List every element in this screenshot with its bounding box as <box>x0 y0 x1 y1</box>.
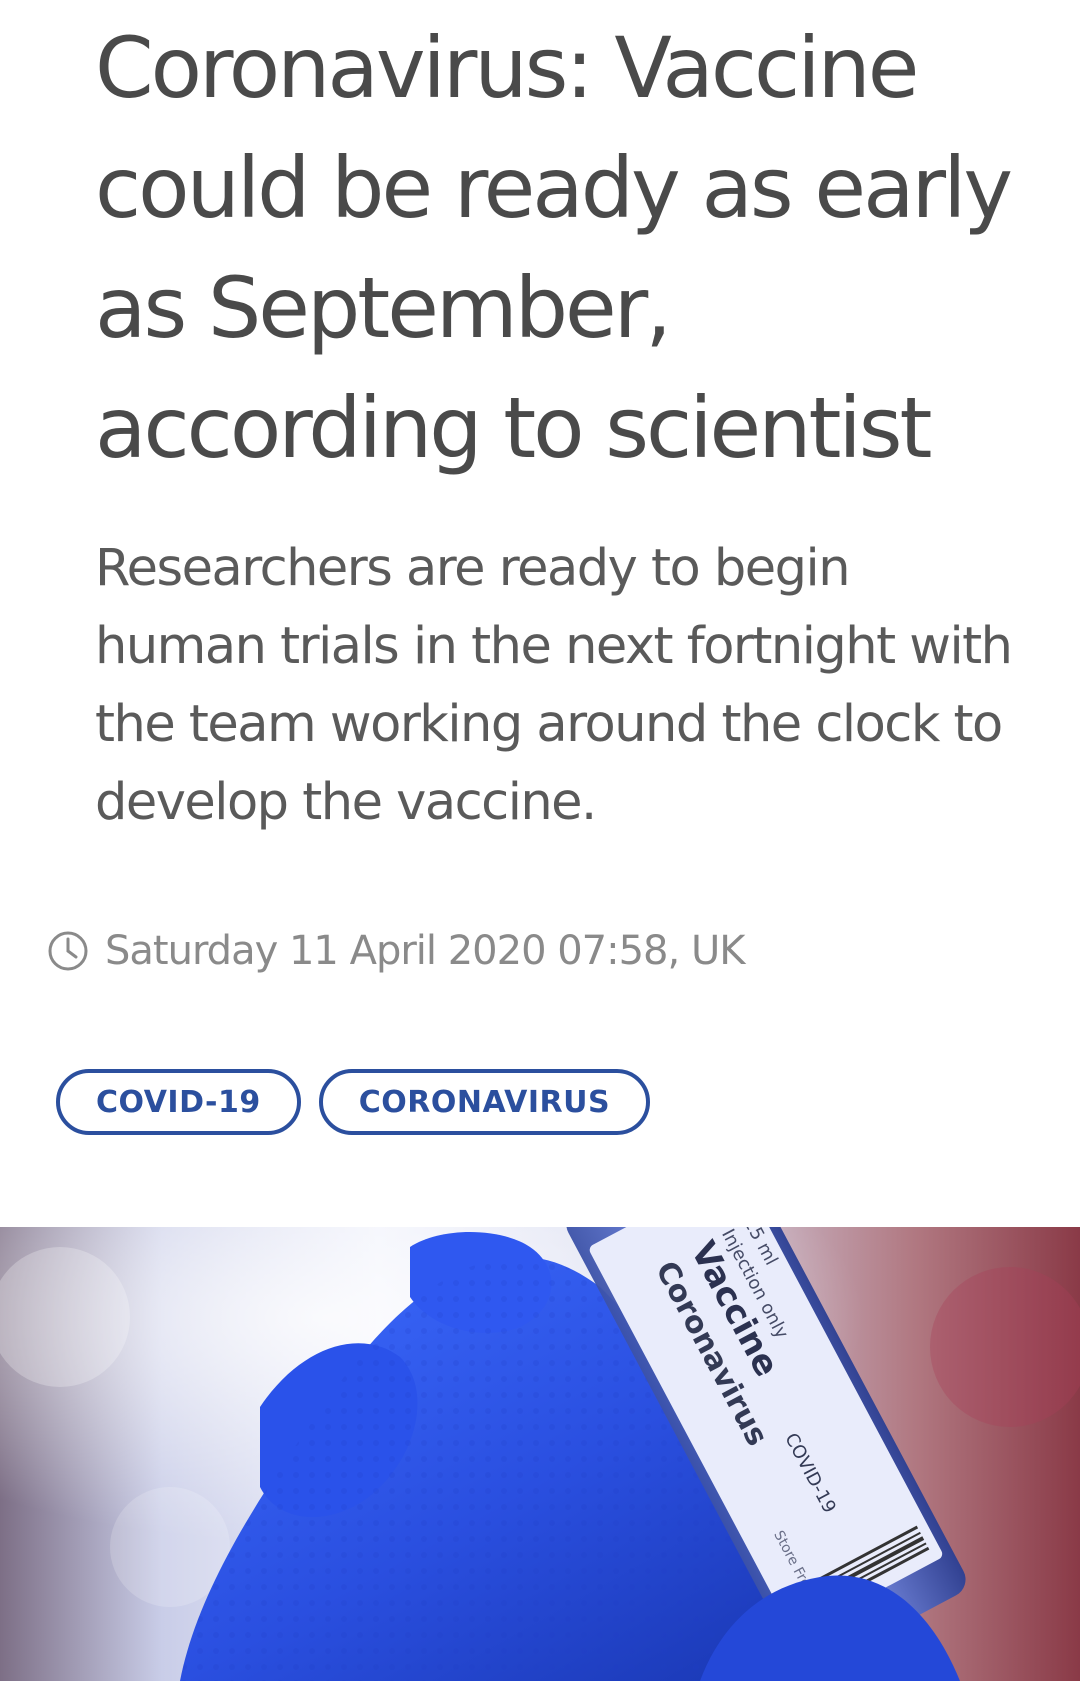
article-headline: Coronavirus: Vaccine could be ready as e… <box>95 19 1013 477</box>
article-timestamp: Saturday 11 April 2020 07:58, UK <box>47 922 745 980</box>
tag-coronavirus[interactable]: CORONAVIRUS <box>318 1069 651 1135</box>
hero-image: Coronavirus COVID-19 Vaccine Injection o… <box>0 1227 1080 1681</box>
tag-covid-19[interactable]: COVID-19 <box>56 1069 301 1135</box>
article: Coronavirus: Vaccine could be ready as e… <box>0 0 1080 1681</box>
vaccine-vial-photo: Coronavirus COVID-19 Vaccine Injection o… <box>0 1227 1080 1681</box>
article-standfirst: Researchers are ready to begin human tri… <box>95 539 1013 832</box>
timestamp-text: Saturday 11 April 2020 07:58, UK <box>105 928 745 974</box>
clock-icon <box>47 930 89 972</box>
tag-list: COVID-19 CORONAVIRUS <box>56 1069 651 1135</box>
